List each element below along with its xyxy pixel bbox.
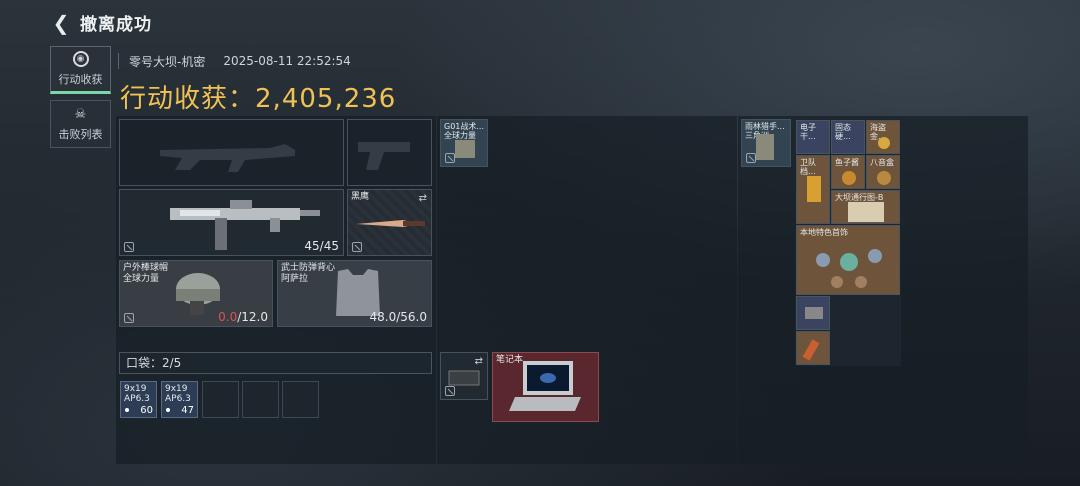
tab-kills-label: 击败列表: [58, 128, 103, 141]
skull-icon: ☠: [74, 106, 87, 122]
item-chocolate[interactable]: [796, 331, 830, 365]
ammo-2-count: 47: [181, 405, 194, 416]
ammo-1-sub: AP6.3: [124, 394, 150, 404]
pocket-empty-slot[interactable]: [242, 381, 279, 418]
loot-number: 2,405,236: [255, 84, 397, 114]
jewelry-icon: [816, 249, 882, 288]
lock-icon: [352, 242, 362, 252]
item-music-box[interactable]: 八音盒: [866, 155, 900, 189]
pistol-silhouette-icon: [358, 142, 410, 170]
chest-rig-slot[interactable]: G01战术... 全球力量: [440, 119, 488, 167]
item-jewelry[interactable]: 本地特色首饰: [796, 225, 900, 295]
weapon-smg-slot[interactable]: 45/45: [119, 189, 344, 256]
page-title: 撤离成功: [80, 15, 152, 35]
helmet-slot[interactable]: 户外棒球帽 全球力量 0.0/12.0: [119, 260, 273, 327]
ammo-1-count: 60: [140, 405, 153, 416]
snack-icon: [802, 339, 820, 361]
armor-durability: 48.0/56.0: [369, 310, 427, 324]
item-ssd[interactable]: 固态硬...: [831, 120, 865, 154]
ammo-2-label: 9x19 AP6.3: [165, 384, 191, 404]
lock-icon: [445, 153, 455, 163]
primary-weapon-slot[interactable]: [119, 119, 344, 186]
music-box-icon: [877, 171, 891, 185]
ammo-item-2[interactable]: 9x19 AP6.3 47: [161, 381, 198, 418]
ammo-item-1[interactable]: 9x19 AP6.3 60: [120, 381, 157, 418]
target-icon: ◉: [72, 51, 89, 67]
document-icon: [807, 176, 821, 202]
secure-case-slot[interactable]: ⇄: [440, 352, 488, 400]
backpack-slot[interactable]: 雨林猎手...三角洲: [741, 119, 791, 167]
helmet-durability-current: 0.0: [218, 310, 238, 324]
ammo-2-sub: AP6.3: [165, 394, 191, 404]
loot-label: 行动收获：: [120, 84, 256, 114]
pistol-slot[interactable]: [347, 119, 432, 186]
match-info: 零号大坝-机密 2025-08-11 22:52:54: [118, 53, 351, 69]
item-pirate-gold[interactable]: 海盗金...: [866, 120, 900, 154]
weapon-ammo-count: 45/45: [304, 239, 339, 253]
pocket-empty-slot[interactable]: [202, 381, 239, 418]
helmet-durability-max: /12.0: [237, 310, 268, 324]
rarity-dot-icon: [125, 408, 129, 412]
item-ssd-name: 固态硬...: [835, 123, 851, 141]
item-tablet[interactable]: [796, 296, 830, 330]
ammo-1-name: 9x19: [124, 384, 147, 394]
tab-kills[interactable]: ☠ 击败列表: [50, 100, 111, 148]
lock-icon: [124, 242, 134, 252]
coin-icon: [878, 137, 890, 149]
tab-loot[interactable]: ◉ 行动收获: [50, 46, 111, 94]
pocket-empty-slot[interactable]: [282, 381, 319, 418]
item-electronic-name: 电子干...: [800, 123, 816, 141]
item-guard-file[interactable]: 卫队档...: [796, 155, 830, 224]
laptop-icon: [509, 361, 581, 411]
map-icon: [848, 202, 884, 222]
tablet-icon: [805, 307, 823, 319]
rarity-dot-icon: [166, 408, 170, 412]
armor-slot[interactable]: 武士防弹背心 阿萨拉 48.0/56.0: [277, 260, 432, 327]
ammo-1-label: 9x19 AP6.3: [124, 384, 150, 404]
match-datetime: 2025-08-11 22:52:54: [223, 54, 351, 68]
item-electronic[interactable]: 电子干...: [796, 120, 830, 154]
lock-icon: [124, 313, 134, 323]
item-caviar[interactable]: 鱼子酱: [831, 155, 865, 189]
back-arrow-icon[interactable]: ❮: [52, 11, 70, 35]
item-dam-map[interactable]: 大坝通行图-B: [831, 190, 900, 224]
lock-icon: [746, 153, 756, 163]
map-name: 零号大坝-机密: [129, 54, 206, 69]
ammo-2-name: 9x19: [165, 384, 188, 394]
caviar-icon: [842, 171, 856, 185]
loot-value: 行动收获：2,405,236: [120, 78, 396, 115]
rifle-silhouette-icon: [160, 144, 295, 172]
helmet-durability: 0.0/12.0: [218, 310, 268, 324]
notebook-item[interactable]: 笔记本: [492, 352, 599, 422]
pocket-header: 口袋：2/5: [119, 352, 432, 374]
melee-slot[interactable]: 黑鹰 ⇄: [347, 189, 432, 256]
tab-loot-label: 行动收获: [58, 73, 103, 86]
lock-icon: [445, 386, 455, 396]
header: ❮ 撤离成功: [52, 10, 152, 36]
